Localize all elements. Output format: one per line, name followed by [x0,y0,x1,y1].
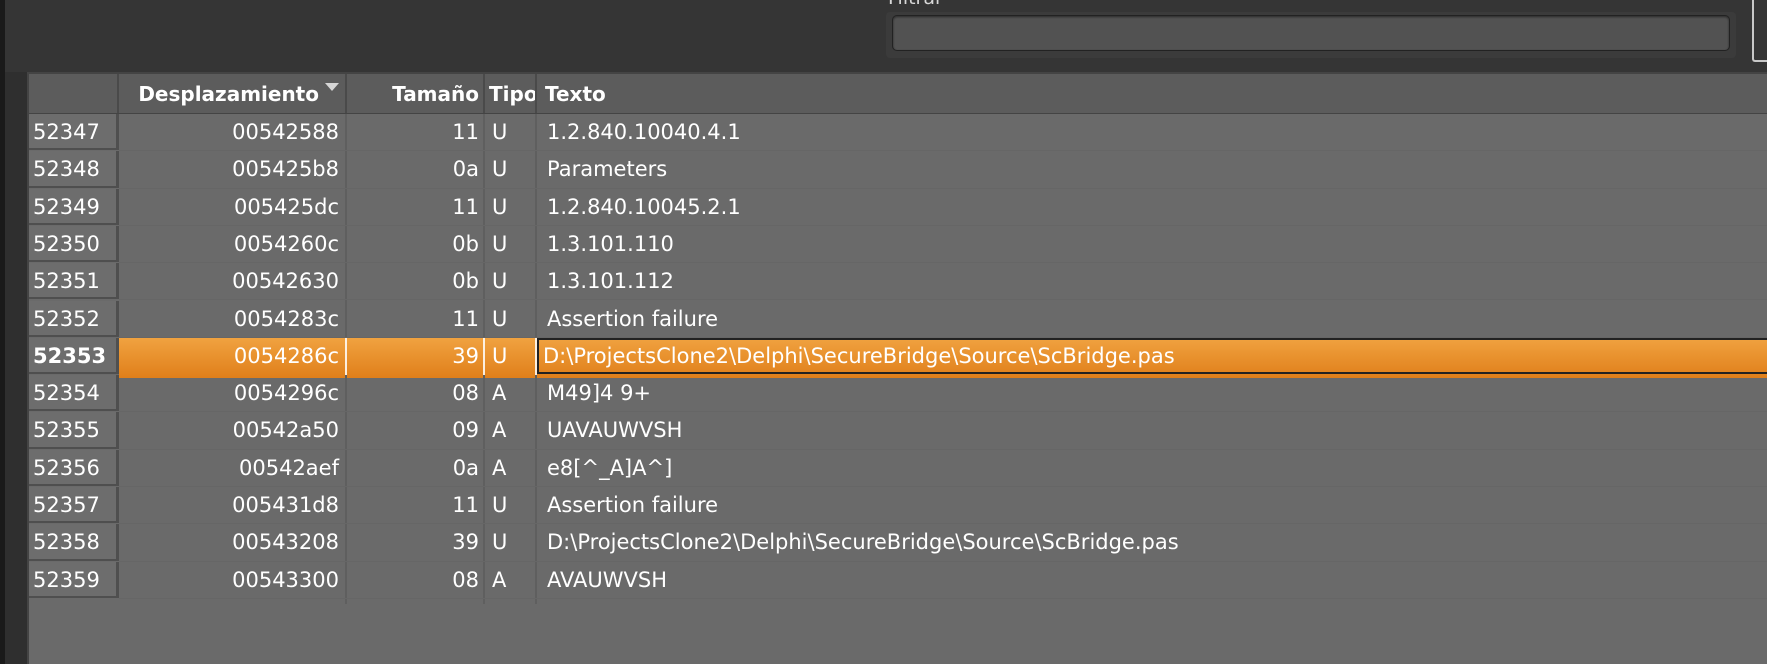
sort-descending-icon [325,82,339,91]
cell-type: U [492,530,508,555]
table-row[interactable]: 52349 005425dc 11 U 1.2.840.10045.2.1 [29,188,1767,231]
cell-type: U [492,269,508,294]
table-row[interactable]: 52355 00542a50 09 A UAVAUWVSH [29,412,1767,455]
cell-offset: 005425dc [233,194,339,219]
cell-offset: 0054286c [233,343,339,368]
cell-size: 0a [452,455,479,480]
cell-text: e8[^_A]A^] [547,455,673,480]
cell-text: Assertion failure [547,306,719,331]
cell-text: 1.2.840.10040.4.1 [547,120,741,144]
row-header[interactable]: 52354 [29,375,119,412]
cell-offset: 005431d8 [232,493,339,517]
cell-size: 39 [452,343,479,368]
cell-offset: 00542588 [232,120,339,144]
table-row[interactable]: 52350 0054260c 0b U 1.3.101.110 [29,225,1767,268]
cell-type: U [492,231,508,256]
cell-offset: 0054283c [233,306,339,331]
row-header[interactable]: 52358 [29,524,119,561]
row-header[interactable]: 52348 [29,151,119,188]
cell-offset: 00543300 [232,567,339,592]
row-header-corner [29,74,119,113]
cell-type: U [492,120,508,144]
cell-size: 08 [452,567,479,592]
row-header[interactable]: 52357 [29,487,119,524]
cell-text: M49]4 9+ [547,381,652,406]
row-header[interactable]: 52351 [29,263,119,300]
cell-offset: 0054296c [233,381,339,406]
cell-text: 1.2.840.10045.2.1 [547,194,741,219]
row-header[interactable]: 52356 [29,449,119,486]
cell-size: 0a [452,157,479,182]
cell-type: A [492,381,507,406]
cell-offset: 00543208 [232,530,339,555]
cell-size: 11 [452,493,479,517]
row-header[interactable]: 52349 [29,188,119,225]
cell-type: A [492,567,507,592]
table-row[interactable]: 52348 005425b8 0a U Parameters [29,151,1767,194]
cell-size: 11 [452,120,479,144]
table-row[interactable]: 52356 00542aef 0a Ae8[^_A]A^] [29,449,1767,492]
column-header-type[interactable]: Tipo [485,74,538,113]
table-row[interactable]: 52347 00542588 11 U 1.2.840.10040.4.1 [29,114,1767,156]
column-header-size[interactable]: Tamaño [347,74,483,113]
cell-offset: 0054260c [233,231,339,256]
cell-text-focused[interactable]: D:\ProjectsClone2\Delphi\SecureBridge\So… [537,337,1767,375]
cell-offset: 005425b8 [232,157,339,182]
cell-type: U [492,157,508,182]
table-header: Desplazamiento Tamaño Tipo Texto [29,74,1767,114]
cell-type: U [492,306,508,331]
cell-offset: 00542630 [232,269,339,294]
cell-text: D:\ProjectsClone2\Delphi\SecureBridge\So… [547,530,1179,555]
column-header-offset[interactable]: Desplazamiento [119,74,347,113]
cell-type: U [492,194,508,219]
column-header-offset-label: Desplazamiento [138,82,319,106]
cell-type: U [492,493,508,517]
cell-text: Assertion failure [547,493,719,517]
strings-table[interactable]: Desplazamiento Tamaño Tipo Texto 52347 00… [27,72,1767,664]
cell-offset: 00542aef [239,455,339,480]
cell-size: 09 [452,418,479,443]
cell-offset: 00542a50 [232,418,339,443]
row-header[interactable]: 52350 [29,225,119,263]
cell-text: AVAUWVSH [547,567,668,592]
cell-type: A [492,418,507,443]
window-left-edge [0,0,5,664]
column-header-text[interactable]: Texto [537,74,1767,113]
cell-size: 0b [452,269,479,294]
cell-size: 08 [452,381,479,406]
table-row[interactable]: 52357 005431d8 11 U Assertion failure [29,487,1767,529]
cell-text: 1.3.101.112 [547,269,674,294]
side-panel-edge [1752,0,1767,62]
table-row[interactable]: 52354 0054296c 08 A M49]4 9+ [29,375,1767,418]
cell-text: UAVAUWVSH [547,418,683,443]
row-header[interactable]: 52347 [29,114,119,151]
cell-type: U [492,343,508,368]
filter-label: Filtrar [888,0,943,8]
cell-text: 1.3.101.110 [547,231,674,256]
cell-size: 0b [452,231,479,256]
row-header[interactable]: 52353 [29,337,119,375]
row-header[interactable]: 52352 [29,300,119,337]
filter-input[interactable] [892,15,1730,51]
table-row[interactable]: 52359 00543300 08 A AVAUWVSH [29,561,1767,604]
cell-text: Parameters [547,157,668,182]
table-row[interactable]: 52358 00543208 39 U D:\ProjectsClone2\Delphi… [29,524,1767,567]
table-row[interactable]: 52351 00542630 0b U 1.3.101.112 [29,263,1767,306]
row-divider [119,597,1767,599]
row-header[interactable]: 52359 [29,561,119,598]
cell-type: A [492,455,507,480]
cell-size: 39 [452,530,479,555]
cell-size: 11 [452,306,479,331]
table-row-selected[interactable]: 52353 0054286c 39 U D:\ProjectsClone2\Delphi… [29,337,1767,378]
cell-size: 11 [452,194,479,219]
table-row[interactable]: 52352 0054283c 11 U Assertion failure [29,300,1767,343]
row-header[interactable]: 52355 [29,412,119,449]
